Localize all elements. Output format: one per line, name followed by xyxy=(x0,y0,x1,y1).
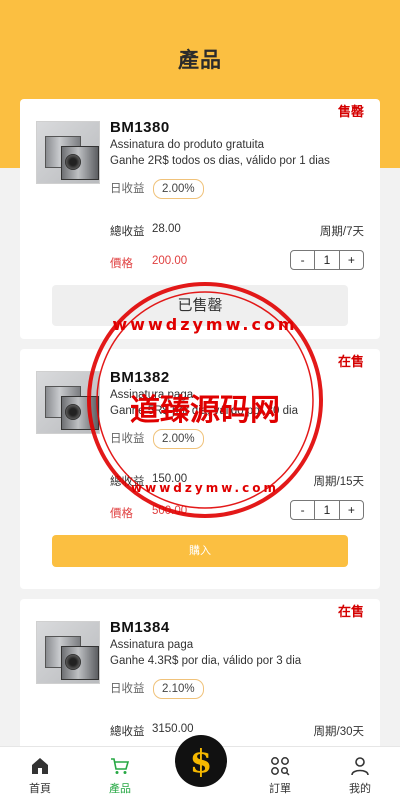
product-card: 售罄 BM1380 Assinatura do produto gratuita… xyxy=(20,99,380,339)
price-value: 200.00 xyxy=(152,255,188,267)
daily-rate-label: 日收益 xyxy=(110,183,145,195)
daily-rate-badge: 2.00% xyxy=(153,429,204,449)
center-dollar-button[interactable]: $ xyxy=(175,735,227,787)
total-income-label: 總收益 xyxy=(110,726,145,738)
daily-rate-label: 日收益 xyxy=(110,433,145,445)
user-icon xyxy=(351,757,369,776)
quantity-value[interactable]: 1 xyxy=(314,501,340,519)
orders-icon xyxy=(271,757,290,776)
total-income-value: 28.00 xyxy=(152,223,181,235)
daily-rate-label: 日收益 xyxy=(110,683,145,695)
period-text: 周期/15天 xyxy=(313,476,365,488)
price-label: 價格 xyxy=(110,258,133,270)
increment-button[interactable]: + xyxy=(340,501,363,519)
tab-orders-label: 訂單 xyxy=(269,783,291,795)
daily-rate-badge: 2.00% xyxy=(153,179,204,199)
quantity-value[interactable]: 1 xyxy=(314,251,340,269)
period-text: 周期/30天 xyxy=(313,726,365,738)
daily-rate-badge: 2.10% xyxy=(153,679,204,699)
product-name: BM1382 xyxy=(110,369,170,386)
product-image xyxy=(36,621,100,684)
product-description: Assinatura paga xyxy=(110,389,194,401)
total-income-label: 總收益 xyxy=(110,476,145,488)
cart-icon xyxy=(111,758,130,774)
decrement-button[interactable]: - xyxy=(291,251,314,269)
product-name: BM1384 xyxy=(110,619,170,636)
total-income-label: 總收益 xyxy=(110,226,145,238)
price-label: 價格 xyxy=(110,508,133,520)
product-image xyxy=(36,121,100,184)
product-description: Assinatura do produto gratuita xyxy=(110,139,265,151)
quantity-stepper: - 1 + xyxy=(290,500,364,520)
tab-products[interactable]: 產品 xyxy=(80,747,160,797)
tab-home-label: 首頁 xyxy=(29,783,51,795)
quantity-stepper: - 1 + xyxy=(290,250,364,270)
home-icon xyxy=(32,758,48,774)
status-badge: 在售 xyxy=(337,354,364,369)
product-earning-text: Ganhe 2R$ todos os dias, válido por 1 di… xyxy=(110,155,330,167)
status-badge: 售罄 xyxy=(337,104,364,119)
decrement-button[interactable]: - xyxy=(291,501,314,519)
tab-orders[interactable]: 訂單 xyxy=(240,747,320,797)
tab-mine[interactable]: 我的 xyxy=(320,747,400,797)
buy-button[interactable]: 購入 xyxy=(52,535,348,567)
product-earning-text: Ganhe 4.3R$ por dia, válido por 3 dia xyxy=(110,655,302,667)
product-earning-text: Ganhe 5R$ por dia, válido por 30 dia xyxy=(110,405,298,417)
page-title: 產品 xyxy=(178,49,222,72)
increment-button[interactable]: + xyxy=(340,251,363,269)
total-income-value: 3150.00 xyxy=(152,723,194,735)
product-name: BM1380 xyxy=(110,119,170,136)
status-badge: 在售 xyxy=(337,604,364,619)
product-image xyxy=(36,371,100,434)
sold-out-button[interactable]: 已售罄 xyxy=(52,285,348,326)
tab-home[interactable]: 首頁 xyxy=(0,747,80,797)
price-value: 500.00 xyxy=(152,505,188,517)
product-description: Assinatura paga xyxy=(110,639,194,651)
period-text: 周期/7天 xyxy=(319,226,364,238)
tab-mine-label: 我的 xyxy=(349,783,371,795)
product-card: 在售 BM1382 Assinatura paga Ganhe 5R$ por … xyxy=(20,349,380,589)
total-income-value: 150.00 xyxy=(152,473,188,485)
tab-products-label: 產品 xyxy=(109,783,131,795)
